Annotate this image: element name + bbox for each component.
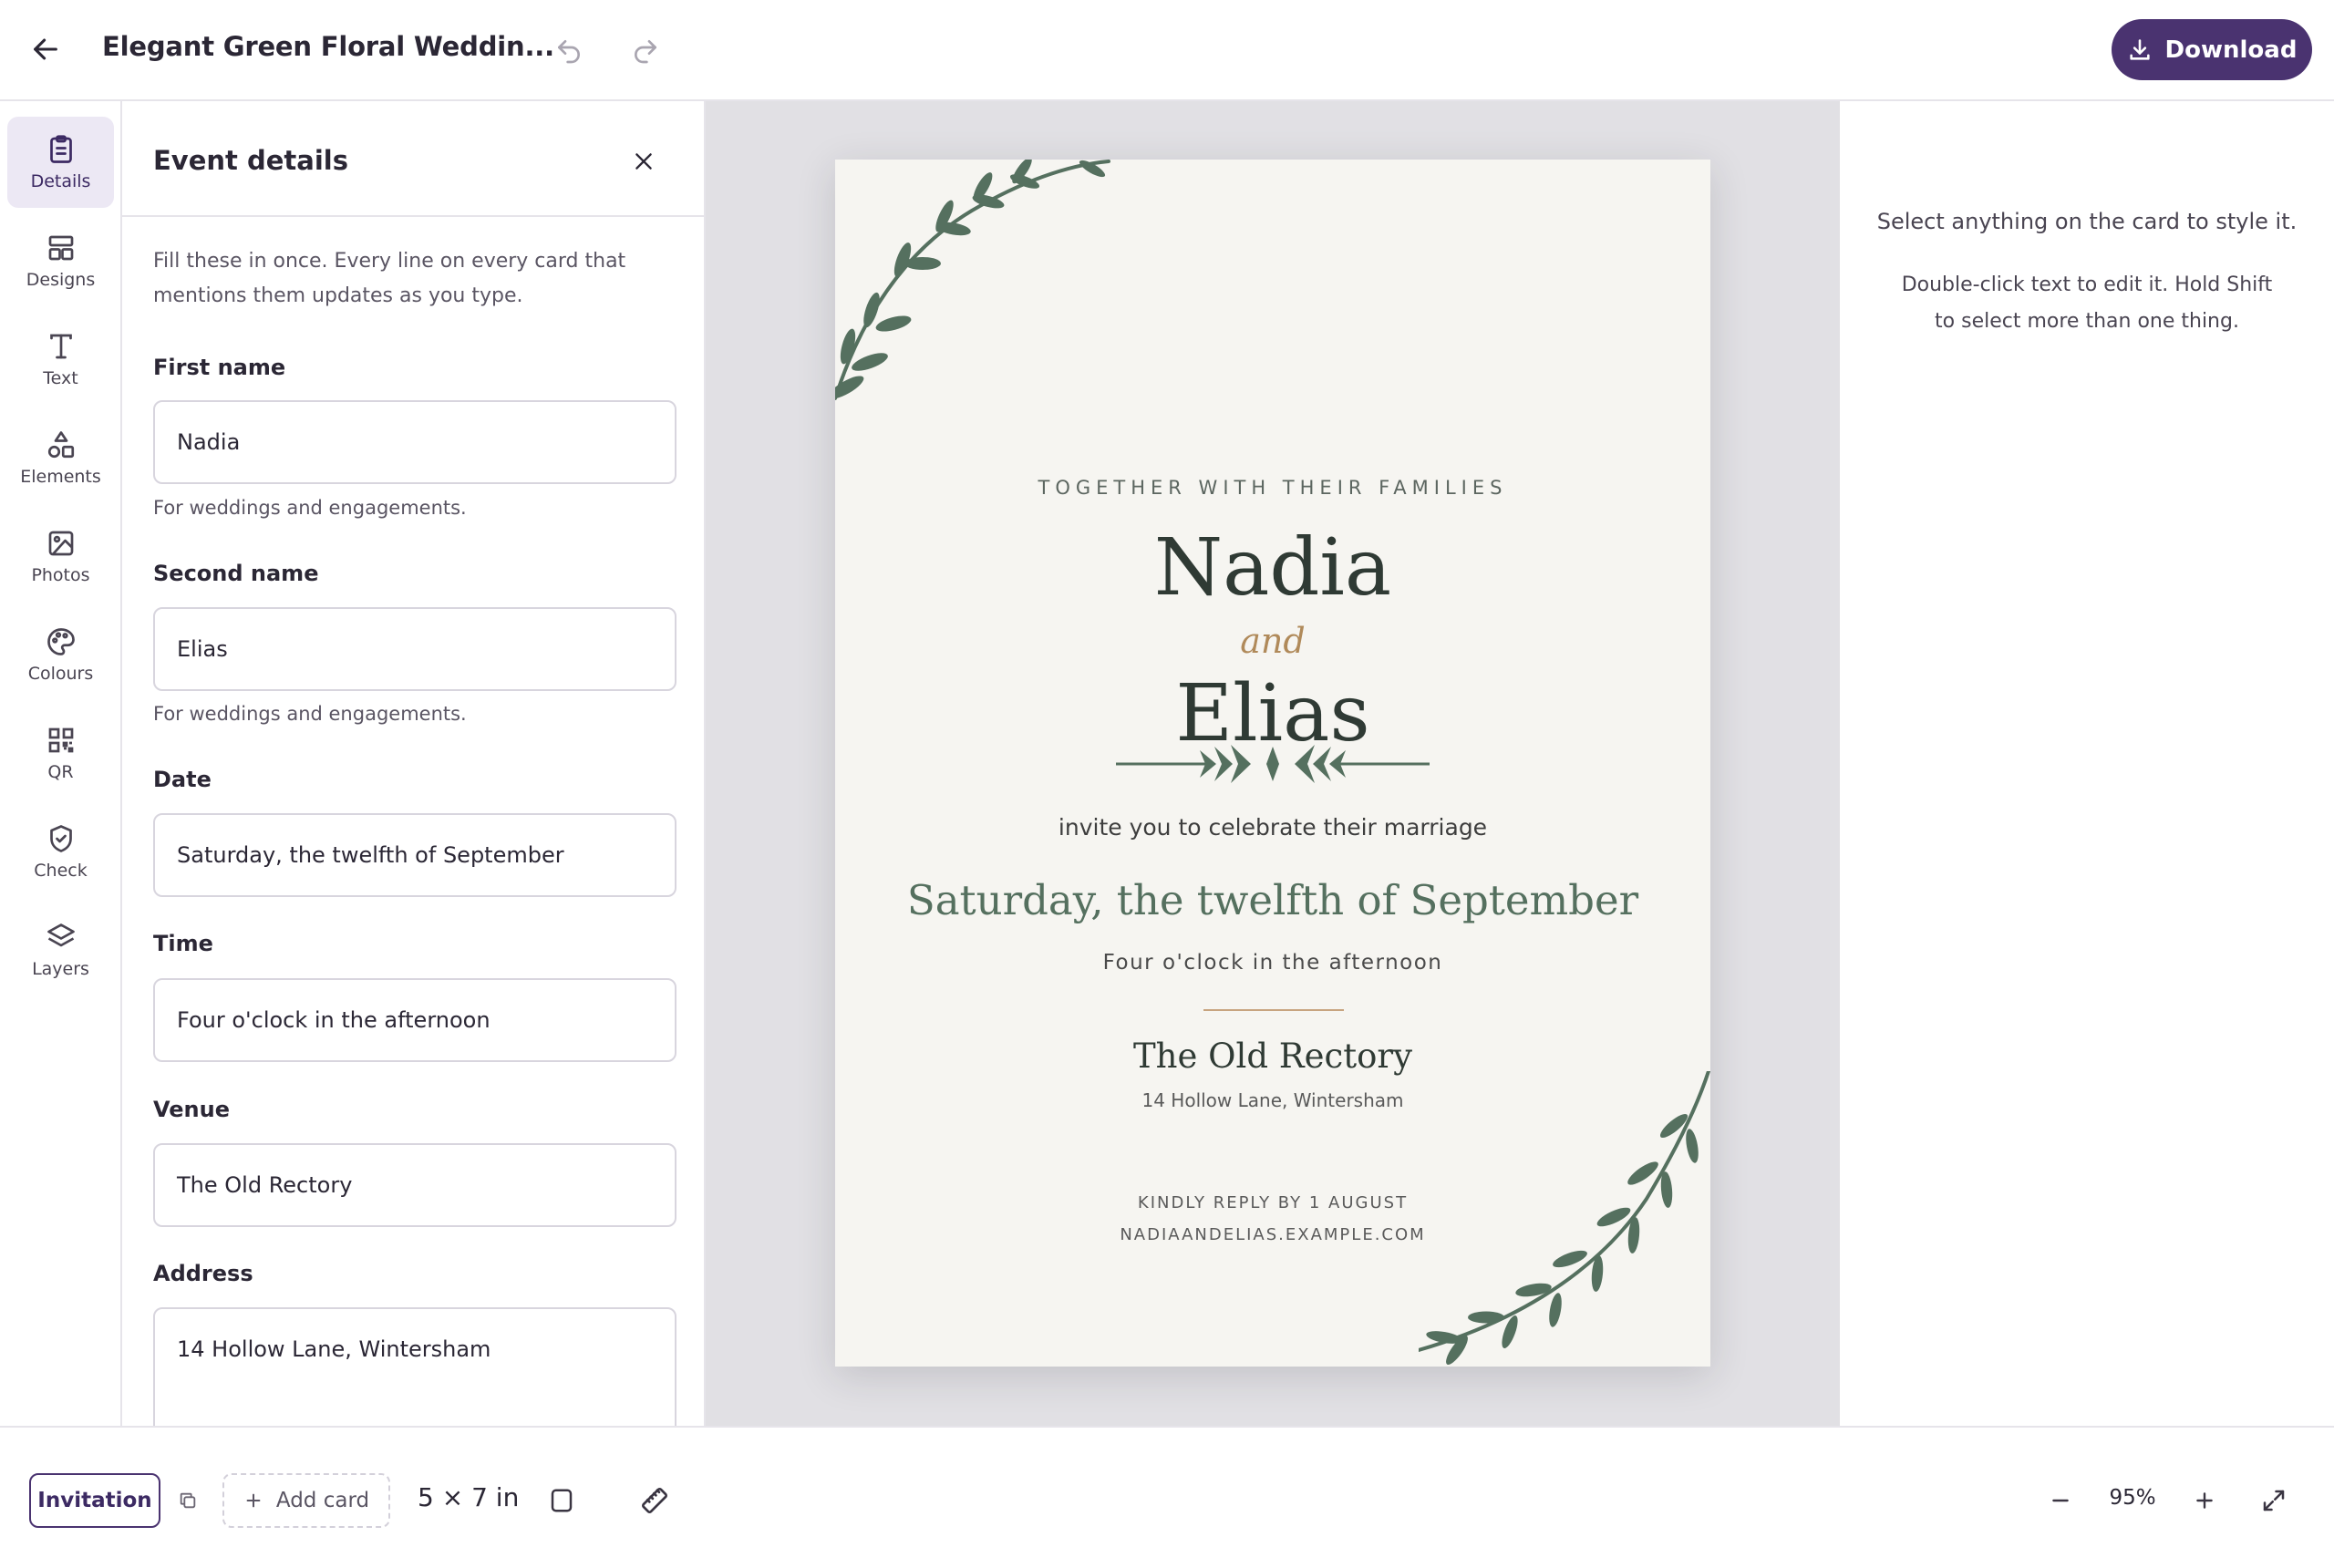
download-icon: [2127, 37, 2153, 63]
second-name-field[interactable]: Elias: [153, 607, 676, 691]
text-icon: [45, 330, 77, 363]
first-name-label: First name: [153, 355, 286, 380]
card-first-name[interactable]: Nadia: [835, 522, 1710, 614]
address-label: Address: [153, 1261, 253, 1286]
invitation-card[interactable]: TOGETHER WITH THEIR FAMILIES Nadia and E…: [835, 160, 1710, 1367]
rail-label: Check: [34, 861, 88, 881]
duplicate-icon[interactable]: [173, 1486, 202, 1515]
rail-item-designs[interactable]: Designs: [7, 215, 114, 306]
card-reply-line[interactable]: KINDLY REPLY BY 1 AUGUST: [835, 1193, 1710, 1212]
card-tab-invitation[interactable]: Invitation: [29, 1473, 160, 1528]
first-name-field[interactable]: Nadia: [153, 400, 676, 484]
orientation-icon[interactable]: [543, 1482, 580, 1519]
card-website[interactable]: NADIAANDELIAS.EXAMPLE.COM: [835, 1225, 1710, 1244]
tool-rail: Details Designs Text Elements Photos Col…: [0, 101, 122, 1426]
palette-icon: [45, 625, 77, 658]
zoom-in-icon[interactable]: [2186, 1482, 2223, 1519]
date-field[interactable]: Saturday, the twelfth of September: [153, 813, 676, 897]
second-name-label: Second name: [153, 561, 319, 586]
time-label: Time: [153, 931, 213, 956]
ruler-icon[interactable]: [635, 1480, 675, 1521]
rail-label: Text: [43, 368, 78, 388]
rail-item-photos[interactable]: Photos: [7, 511, 114, 602]
rail-item-check[interactable]: Check: [7, 806, 114, 897]
rail-item-qr[interactable]: QR: [7, 707, 114, 799]
image-icon: [45, 527, 77, 560]
back-arrow-icon[interactable]: [24, 27, 67, 71]
rail-label: Elements: [20, 467, 101, 487]
panel-header: Event details: [122, 101, 704, 217]
zoom-out-icon[interactable]: [2042, 1482, 2079, 1519]
clipboard-icon: [45, 133, 77, 166]
vine-top-left-illustration[interactable]: [835, 160, 1127, 433]
vine-bottom-right-illustration[interactable]: [1419, 1071, 1710, 1367]
qr-code-icon: [45, 724, 77, 757]
panel-title: Event details: [153, 145, 348, 176]
style-panel: Select anything on the card to style it.…: [1840, 101, 2334, 1426]
plus-icon: [243, 1491, 263, 1511]
rail-label: Layers: [32, 959, 89, 979]
card-time[interactable]: Four o'clock in the afternoon: [835, 951, 1710, 975]
rail-label: Details: [30, 171, 91, 191]
add-card-label: Add card: [275, 1489, 370, 1512]
design-canvas: TOGETHER WITH THEIR FAMILIES Nadia and E…: [706, 101, 1840, 1426]
address-field[interactable]: 14 Hollow Lane, Wintersham: [153, 1307, 676, 1426]
bottom-bar: Invitation Add card 5 × 7 in 95%: [0, 1426, 2334, 1568]
layers-icon: [45, 921, 77, 954]
rail-item-colours[interactable]: Colours: [7, 609, 114, 700]
date-label: Date: [153, 767, 212, 792]
rail-item-layers[interactable]: Layers: [7, 904, 114, 995]
card-divider-rule[interactable]: [1203, 1009, 1344, 1011]
undo-icon[interactable]: [547, 29, 591, 73]
rail-item-details[interactable]: Details: [7, 117, 114, 208]
shapes-icon: [45, 428, 77, 461]
redo-icon[interactable]: [624, 29, 667, 73]
card-size-label[interactable]: 5 × 7 in: [418, 1482, 519, 1512]
rail-label: Designs: [26, 270, 96, 290]
download-button[interactable]: Download: [2112, 19, 2312, 80]
layout-icon: [45, 232, 77, 264]
panel-intro: Fill these in once. Every line on every …: [153, 250, 626, 307]
time-field[interactable]: Four o'clock in the afternoon: [153, 978, 676, 1062]
document-title[interactable]: Elegant Green Floral Weddin...: [102, 31, 554, 62]
zoom-level: 95%: [2109, 1486, 2156, 1510]
close-icon[interactable]: [624, 141, 664, 181]
card-eyebrow-text[interactable]: TOGETHER WITH THEIR FAMILIES: [835, 477, 1710, 499]
add-card-button[interactable]: Add card: [222, 1473, 390, 1528]
rail-item-elements[interactable]: Elements: [7, 412, 114, 503]
laurel-divider-illustration[interactable]: [1114, 734, 1431, 794]
venue-field[interactable]: The Old Rectory: [153, 1143, 676, 1227]
rail-label: Colours: [27, 664, 94, 684]
card-venue[interactable]: The Old Rectory: [835, 1037, 1710, 1076]
download-label: Download: [2164, 36, 2298, 64]
card-date[interactable]: Saturday, the twelfth of September: [835, 876, 1710, 924]
event-details-panel: Event details Fill these in once. Every …: [122, 101, 706, 1426]
second-name-help: For weddings and engagements.: [153, 703, 467, 725]
venue-label: Venue: [153, 1097, 230, 1122]
rail-item-text[interactable]: Text: [7, 314, 114, 405]
style-hint-secondary: Double-click text to edit it. Hold Shift…: [1901, 273, 2273, 333]
rail-label: QR: [47, 762, 74, 782]
fullscreen-icon[interactable]: [2256, 1482, 2292, 1519]
top-bar: Elegant Green Floral Weddin... Download: [0, 0, 2334, 101]
card-address[interactable]: 14 Hollow Lane, Wintersham: [835, 1089, 1710, 1111]
card-invite-line[interactable]: invite you to celebrate their marriage: [835, 814, 1710, 841]
rail-label: Photos: [31, 565, 90, 585]
shield-check-icon: [45, 822, 77, 855]
style-hint-primary: Select anything on the card to style it.: [1876, 209, 2298, 234]
first-name-help: For weddings and engagements.: [153, 497, 467, 519]
card-and-text[interactable]: and: [835, 621, 1710, 661]
